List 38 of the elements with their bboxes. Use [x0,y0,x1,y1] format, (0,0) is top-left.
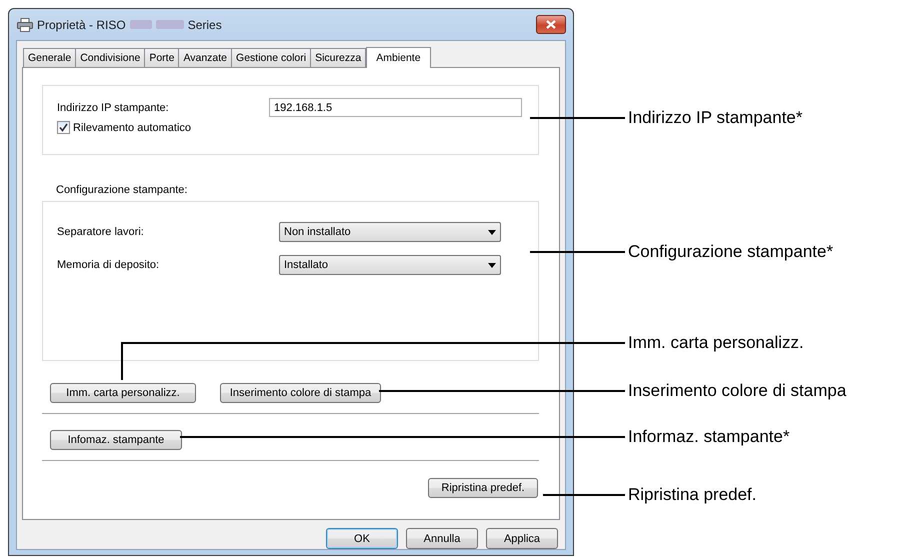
printer-info-button[interactable]: Infomaz. stampante [50,430,182,450]
caret-icon [488,262,496,268]
option-button[interactable]: Imm. carta personalizz. [50,383,196,403]
close-icon [546,20,556,29]
caret-icon [488,230,496,234]
printer-icon [17,18,33,32]
blurred-text [156,20,184,29]
blurred-text [130,20,152,29]
tab[interactable]: Avanzate [178,48,232,67]
tab[interactable]: Ambiente [366,47,431,68]
window-title: Proprietà - RISO [37,18,126,32]
dropdown[interactable]: Non installato [279,222,501,242]
tab[interactable]: Sicurezza [310,48,366,67]
tab[interactable]: Porte [144,48,180,67]
field-label: Memoria di deposito: [57,259,160,271]
callout-label: Informaz. stampante* [628,427,790,447]
dialog-button[interactable]: OK [326,528,398,549]
dialog-button[interactable]: Applica [486,528,558,549]
callout-label: Configurazione stampante* [628,242,834,262]
checkbox[interactable] [57,121,70,134]
section-heading: Configurazione stampante: [56,184,188,197]
checkbox-label: Rilevamento automatico [73,122,192,134]
field-label: Indirizzo IP stampante: [57,102,170,114]
restore-defaults-button[interactable]: Ripristina predef. [428,478,538,498]
window-title: Series [188,18,222,32]
callout-label: Indirizzo IP stampante* [628,108,802,128]
field-label: Separatore lavori: [57,226,145,238]
dialog-button[interactable]: Annulla [406,528,478,549]
input-field[interactable]: 192.168.1.5 [269,98,522,117]
dropdown[interactable]: Installato [279,255,501,275]
tab[interactable]: Gestione colori [231,48,312,67]
callout-label: Imm. carta personalizz. [628,333,804,353]
callout-label: Ripristina predef. [628,485,757,505]
tab[interactable]: Condivisione [75,48,146,67]
option-button[interactable]: Inserimento colore di stampa [220,383,381,403]
tab[interactable]: Generale [23,48,76,67]
callout-label: Inserimento colore di stampa [628,381,846,401]
close-button[interactable] [536,15,566,34]
